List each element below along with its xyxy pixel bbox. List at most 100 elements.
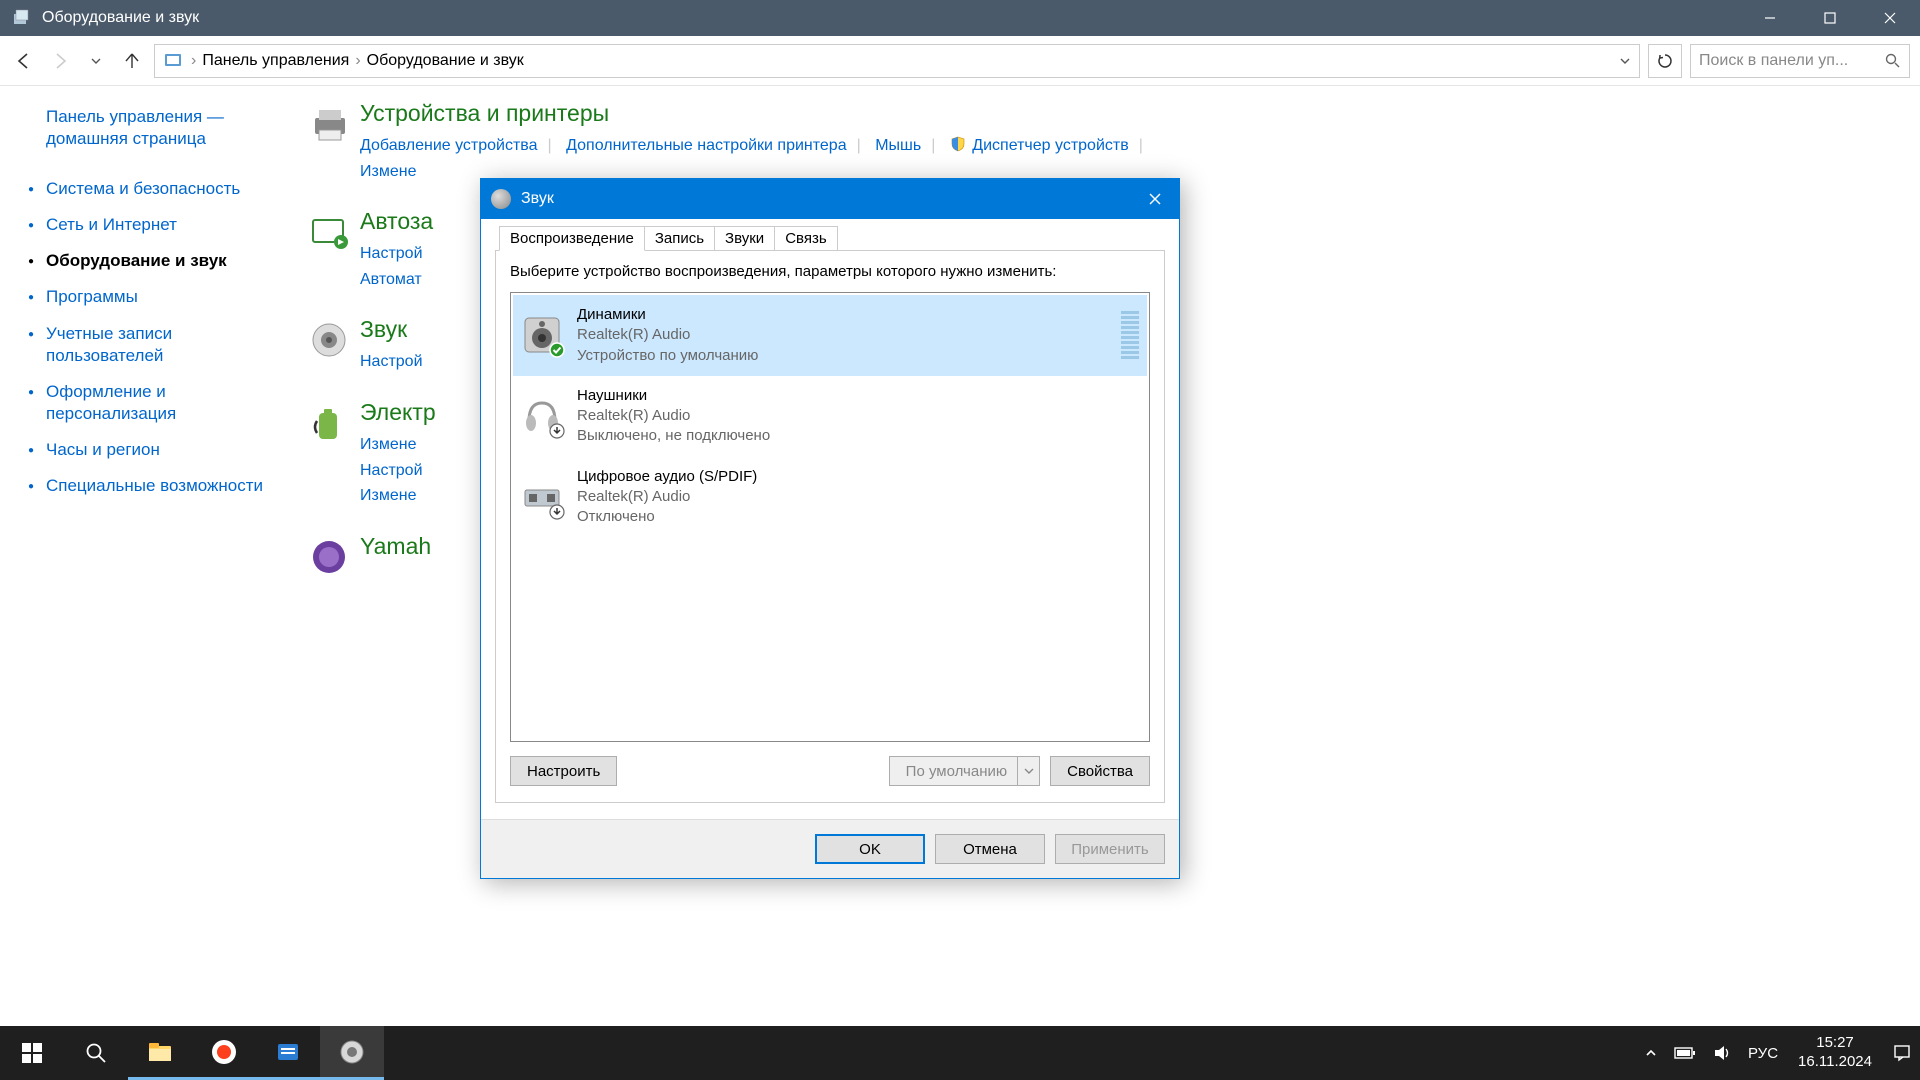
device-driver: Realtek(R) Audio (577, 487, 1139, 507)
link-partial[interactable]: Автомат (360, 271, 422, 288)
breadcrumb-item[interactable]: Оборудование и звук (367, 52, 524, 70)
search-button[interactable] (64, 1026, 128, 1080)
dialog-footer: OK Отмена Применить (481, 819, 1179, 878)
taskbar-app[interactable] (256, 1026, 320, 1080)
link-partial[interactable]: Измене (360, 436, 416, 453)
sidebar-item-clock[interactable]: Часы и регион (46, 439, 276, 461)
link-printer-settings[interactable]: Дополнительные настройки принтера (566, 137, 846, 154)
category-title[interactable]: Устройства и принтеры (360, 100, 1900, 127)
sidebar-item-system[interactable]: Система и безопасность (46, 178, 276, 200)
device-name: Наушники (577, 386, 1139, 406)
tab-panel: Выберите устройство воспроизведения, пар… (495, 250, 1165, 803)
ok-button[interactable]: OK (815, 834, 925, 864)
device-spdif[interactable]: Цифровое аудио (S/PDIF) Realtek(R) Audio… (513, 457, 1147, 538)
breadcrumb-item[interactable]: Панель управления (202, 52, 349, 70)
link-device-manager[interactable]: Диспетчер устройств (972, 137, 1128, 154)
printer-icon (300, 100, 360, 184)
link-partial[interactable]: Настрой (360, 353, 423, 370)
refresh-button[interactable] (1648, 44, 1682, 78)
link-partial[interactable]: Измене (360, 487, 416, 504)
recent-dropdown[interactable] (82, 47, 110, 75)
speaker-icon (300, 316, 360, 375)
tray-date: 16.11.2024 (1798, 1053, 1872, 1072)
properties-button[interactable]: Свойства (1050, 756, 1150, 786)
app-icon (10, 6, 34, 30)
link-partial[interactable]: Настрой (360, 245, 423, 262)
autoplay-icon (300, 208, 360, 292)
tray-language[interactable]: РУС (1740, 1026, 1786, 1080)
dialog-title: Звук (521, 190, 1131, 208)
device-driver: Realtek(R) Audio (577, 406, 1139, 426)
link-partial[interactable]: Измене (360, 163, 416, 180)
control-panel-icon (163, 50, 185, 72)
titlebar: Оборудование и звук (0, 0, 1920, 36)
tab-playback[interactable]: Воспроизведение (499, 226, 645, 251)
up-button[interactable] (118, 47, 146, 75)
speaker-icon (491, 189, 511, 209)
device-driver: Realtek(R) Audio (577, 325, 1107, 345)
device-status: Устройство по умолчанию (577, 346, 1107, 366)
taskbar-sound-settings[interactable] (320, 1026, 384, 1080)
link-add-device[interactable]: Добавление устройства (360, 137, 538, 154)
device-status: Выключено, не подключено (577, 426, 1139, 446)
sidebar-item-hardware[interactable]: Оборудование и звук (46, 250, 276, 272)
speaker-device-icon (521, 314, 563, 356)
device-speakers[interactable]: Динамики Realtek(R) Audio Устройство по … (513, 295, 1147, 376)
tab-sounds[interactable]: Звуки (714, 226, 775, 251)
back-button[interactable] (10, 47, 38, 75)
battery-icon (300, 399, 360, 509)
start-button[interactable] (0, 1026, 64, 1080)
minimize-button[interactable] (1740, 0, 1800, 36)
dialog-close-button[interactable] (1131, 179, 1179, 219)
chevron-down-icon (1017, 757, 1039, 785)
chevron-right-icon: › (355, 52, 360, 70)
device-list[interactable]: Динамики Realtek(R) Audio Устройство по … (510, 292, 1150, 742)
shield-icon (950, 136, 966, 152)
tray-volume-icon[interactable] (1704, 1026, 1740, 1080)
sidebar-item-home[interactable]: Панель управления — домашняя страница (46, 106, 276, 150)
address-bar[interactable]: › Панель управления › Оборудование и зву… (154, 44, 1640, 78)
configure-button[interactable]: Настроить (510, 756, 617, 786)
window-title: Оборудование и звук (42, 9, 1740, 27)
link-mouse[interactable]: Мышь (875, 137, 921, 154)
search-placeholder: Поиск в панели уп... (1699, 52, 1848, 70)
sidebar-item-appearance[interactable]: Оформление и персонализация (46, 381, 276, 425)
device-status: Отключено (577, 507, 1139, 527)
spdif-device-icon (521, 476, 563, 518)
address-dropdown-icon[interactable] (1619, 55, 1631, 67)
tray-time: 15:27 (1798, 1034, 1872, 1053)
device-name: Динамики (577, 305, 1107, 325)
close-button[interactable] (1860, 0, 1920, 36)
level-meter (1121, 311, 1139, 359)
sidebar-item-programs[interactable]: Программы (46, 286, 276, 308)
dialog-titlebar[interactable]: Звук (481, 179, 1179, 219)
cancel-button[interactable]: Отмена (935, 834, 1045, 864)
taskbar-yandex[interactable] (192, 1026, 256, 1080)
taskbar: РУС 15:27 16.11.2024 (0, 1026, 1920, 1080)
maximize-button[interactable] (1800, 0, 1860, 36)
device-headphones[interactable]: Наушники Realtek(R) Audio Выключено, не … (513, 376, 1147, 457)
link-partial[interactable]: Настрой (360, 462, 423, 479)
tray-clock[interactable]: 15:27 16.11.2024 (1786, 1034, 1884, 1072)
search-input[interactable]: Поиск в панели уп... (1690, 44, 1910, 78)
yamaha-icon (300, 533, 360, 579)
apply-button[interactable]: Применить (1055, 834, 1165, 864)
navbar: › Панель управления › Оборудование и зву… (0, 36, 1920, 86)
chevron-right-icon: › (191, 52, 196, 70)
headphones-device-icon (521, 395, 563, 437)
sidebar-item-network[interactable]: Сеть и Интернет (46, 214, 276, 236)
sidebar-item-accessibility[interactable]: Специальные возможности (46, 475, 276, 497)
tray-chevron[interactable] (1636, 1026, 1666, 1080)
tray-battery-icon[interactable] (1666, 1026, 1704, 1080)
taskbar-explorer[interactable] (128, 1026, 192, 1080)
tab-recording[interactable]: Запись (644, 226, 715, 251)
sidebar-item-accounts[interactable]: Учетные записи пользователей (46, 323, 276, 367)
search-icon (1885, 53, 1901, 69)
dialog-tabs: Воспроизведение Запись Звуки Связь (499, 225, 1165, 250)
set-default-button[interactable]: По умолчанию (889, 756, 1040, 786)
sound-dialog: Звук Воспроизведение Запись Звуки Связь … (480, 178, 1180, 879)
tab-communications[interactable]: Связь (774, 226, 837, 251)
category-devices: Устройства и принтеры Добавление устройс… (300, 100, 1900, 184)
tray-notifications-icon[interactable] (1884, 1026, 1920, 1080)
forward-button[interactable] (46, 47, 74, 75)
